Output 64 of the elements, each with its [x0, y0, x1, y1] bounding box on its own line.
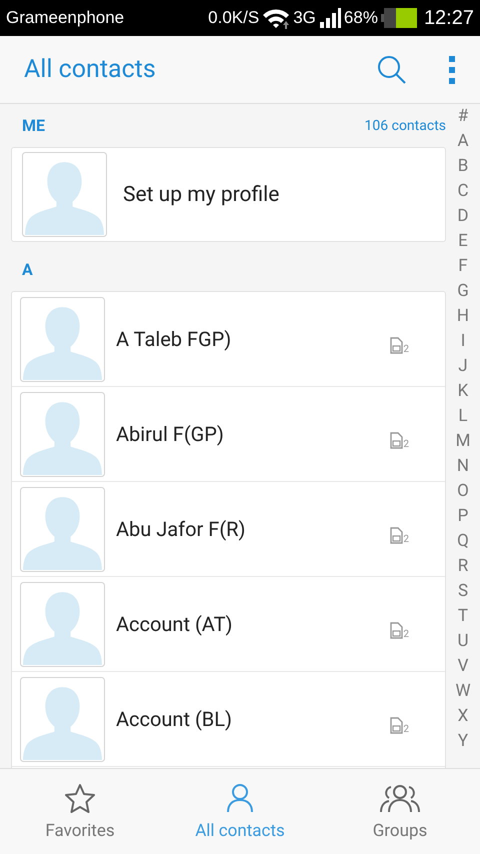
index-letter[interactable]: L: [458, 404, 468, 429]
contact-row[interactable]: Abirul F(GP) 2: [12, 387, 445, 482]
index-letter[interactable]: E: [458, 229, 468, 254]
search-button[interactable]: [376, 54, 408, 86]
index-letter[interactable]: R: [458, 554, 468, 579]
section-header: A: [22, 260, 33, 279]
index-letter[interactable]: #: [458, 104, 468, 129]
avatar-icon: [20, 676, 105, 762]
signal-icon: [318, 7, 341, 29]
contact-row[interactable]: Account (BL) 2: [12, 672, 445, 767]
clock: 12:27: [424, 6, 474, 30]
contact-name: Abu Jafor F(R): [116, 517, 246, 541]
index-letter[interactable]: I: [460, 329, 466, 354]
index-letter[interactable]: U: [457, 629, 469, 654]
index-letter[interactable]: V: [458, 654, 468, 679]
network-speed: 0.0K/S: [208, 8, 260, 28]
nav-tab[interactable]: Groups: [320, 769, 480, 854]
avatar-icon: [20, 392, 105, 476]
screen-title: All contacts: [24, 55, 157, 84]
index-letter[interactable]: J: [458, 354, 468, 379]
contact-name: Account (BL): [116, 707, 234, 731]
contact-name: A Taleb FGP): [116, 327, 232, 351]
person-icon: [226, 782, 254, 812]
profile-card[interactable]: Set up my profile: [11, 147, 446, 242]
index-letter[interactable]: G: [457, 279, 469, 304]
contact-row[interactable]: A Taleb FGP) 2: [12, 292, 445, 387]
index-letter[interactable]: B: [458, 154, 468, 179]
index-letter[interactable]: P: [458, 504, 468, 529]
contact-name: Account (AT): [116, 612, 234, 636]
index-letter[interactable]: C: [457, 179, 469, 204]
star-icon: [64, 782, 96, 812]
index-letter[interactable]: O: [457, 479, 469, 504]
contact-row[interactable]: Abu Jafor F(R) 2: [12, 482, 445, 577]
profile-label: Set up my profile: [123, 182, 280, 206]
contact-count: 106 contacts: [364, 118, 446, 134]
group-icon: [377, 782, 423, 812]
contact-name: Abirul F(GP): [116, 422, 225, 446]
index-letter[interactable]: W: [455, 679, 471, 704]
index-letter[interactable]: X: [458, 704, 468, 729]
index-letter[interactable]: D: [457, 204, 469, 229]
nav-tab[interactable]: All contacts: [160, 769, 320, 854]
index-letter[interactable]: F: [458, 254, 468, 279]
index-letter[interactable]: Y: [458, 729, 468, 754]
index-letter[interactable]: M: [456, 429, 470, 454]
index-letter[interactable]: A: [457, 129, 469, 154]
avatar-icon: [20, 296, 105, 382]
nav-tab[interactable]: Favorites: [0, 769, 160, 854]
network-type: 3G: [293, 8, 316, 28]
carrier-name: Grameenphone: [6, 8, 126, 28]
index-letter[interactable]: K: [458, 379, 468, 404]
contact-row[interactable]: Account (AT) 2: [12, 577, 445, 672]
avatar-icon: [22, 152, 107, 237]
battery-icon: [380, 7, 417, 29]
wifi-icon: [262, 7, 290, 29]
avatar-icon: [20, 486, 105, 572]
index-letter[interactable]: S: [458, 579, 468, 604]
avatar-icon: [20, 582, 105, 666]
index-letter[interactable]: N: [456, 454, 470, 479]
battery-percent: 68%: [344, 8, 378, 28]
menu-button[interactable]: [448, 54, 456, 84]
index-letter[interactable]: H: [456, 304, 470, 329]
index-letter[interactable]: T: [458, 604, 468, 629]
index-letter[interactable]: Q: [457, 529, 469, 554]
section-header: ME: [22, 116, 46, 135]
